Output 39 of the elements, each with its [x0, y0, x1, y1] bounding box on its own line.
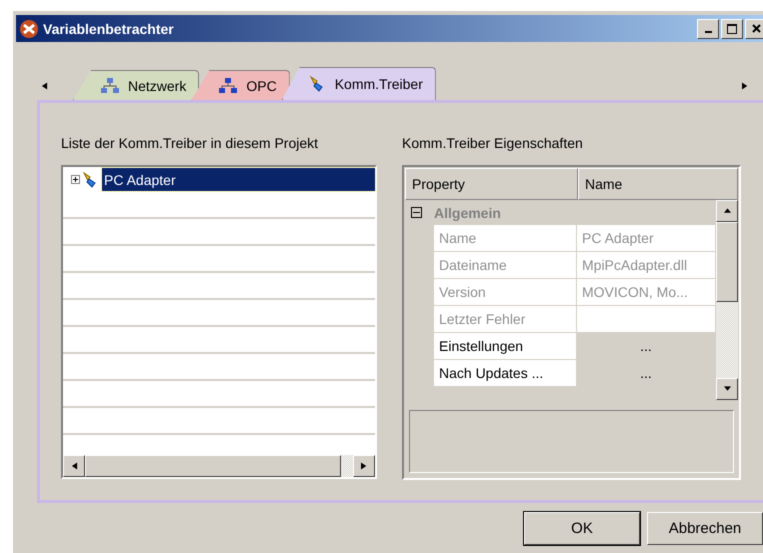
group-label: Allgemein	[434, 204, 501, 220]
network-icon	[218, 76, 238, 94]
scroll-down-icon	[724, 385, 730, 393]
tree-item[interactable]: PC Adapter	[102, 168, 375, 191]
tab[interactable]: Komm.Treiber	[282, 67, 436, 100]
minimize-button[interactable]	[697, 18, 719, 38]
expand-icon[interactable]	[71, 175, 80, 184]
scroll-up-icon	[724, 207, 730, 215]
ok-button[interactable]: OK	[524, 512, 640, 545]
list-label: Liste der Komm.Treiber in diesem Projekt	[61, 135, 320, 151]
column-header[interactable]: Name	[578, 168, 738, 200]
maximize-button[interactable]	[721, 18, 743, 38]
properties-label: Komm.Treiber Eigenschaften	[402, 135, 584, 151]
property-name: Letzter Fehler	[434, 306, 577, 333]
close-icon	[752, 24, 760, 33]
caret-left-icon	[41, 82, 48, 90]
property-name: Nach Updates ...	[434, 360, 577, 387]
collapse-icon[interactable]	[411, 207, 422, 218]
scroll-right-icon	[360, 462, 368, 470]
close-button[interactable]	[745, 18, 763, 38]
scrollbar-track[interactable]	[341, 455, 353, 477]
maximize-icon	[727, 24, 737, 34]
property-name: Version	[434, 279, 577, 306]
scroll-left-icon	[70, 462, 78, 470]
window-title: Variablenbetrachter	[43, 20, 175, 36]
property-name: Einstellungen	[434, 333, 577, 360]
app-logo-icon	[19, 18, 39, 38]
property-name: Name	[434, 225, 577, 252]
cancel-button[interactable]: Abbrechen	[647, 512, 763, 545]
scrollbar-thumb[interactable]	[85, 455, 341, 477]
horizontal-scrollbar[interactable]	[63, 455, 375, 477]
tab[interactable]: Netzwerk	[73, 70, 200, 100]
caret-right-icon	[742, 82, 749, 90]
minimize-icon	[704, 30, 712, 32]
column-header[interactable]: Property	[405, 168, 578, 200]
property-name: Dateiname	[434, 252, 577, 279]
tab[interactable]: OPC	[191, 70, 290, 100]
network-icon	[100, 76, 120, 94]
vertical-scrollbar[interactable]	[716, 200, 738, 400]
